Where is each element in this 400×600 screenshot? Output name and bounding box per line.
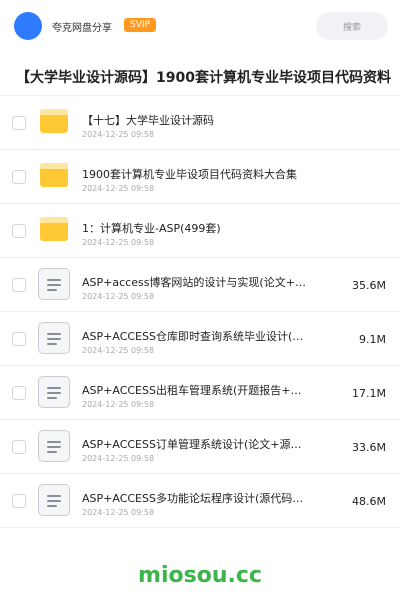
file-date: 2024-12-25 09:58 bbox=[82, 130, 155, 139]
file-date: 2024-12-25 09:58 bbox=[82, 238, 155, 247]
file-row[interactable]: ASP+ACCESS出租车管理系统(开题报告+源代… 2024-12-25 09… bbox=[0, 366, 400, 420]
row-checkbox[interactable] bbox=[12, 440, 26, 454]
file-list: 【十七】大学毕业设计源码 2024-12-25 09:58 1900套计算机专业… bbox=[0, 96, 400, 528]
title-bar: 【大学毕业设计源码】1900套计算机专业毕设项目代码资料 bbox=[0, 58, 400, 96]
file-row[interactable]: ASP+access博客网站的设计与实现(论文+源… 2024-12-25 09… bbox=[0, 258, 400, 312]
row-checkbox[interactable] bbox=[12, 494, 26, 508]
file-row[interactable]: 1：计算机专业-ASP(499套) 2024-12-25 09:58 bbox=[0, 204, 400, 258]
file-date: 2024-12-25 09:58 bbox=[82, 400, 155, 409]
file-date: 2024-12-25 09:58 bbox=[82, 346, 155, 355]
row-checkbox[interactable] bbox=[12, 332, 26, 346]
file-date: 2024-12-25 09:58 bbox=[82, 184, 155, 193]
file-row[interactable]: ASP+ACCESS多功能论坛程序设计(源代码+论… 2024-12-25 09… bbox=[0, 474, 400, 528]
file-size: 35.6M bbox=[352, 279, 386, 292]
file-name: 1：计算机专业-ASP(499套) bbox=[82, 222, 221, 235]
avatar[interactable] bbox=[14, 12, 42, 40]
file-name: ASP+ACCESS订单管理系统设计(论文+源代码… bbox=[82, 438, 308, 451]
file-row[interactable]: ASP+ACCESS订单管理系统设计(论文+源代码… 2024-12-25 09… bbox=[0, 420, 400, 474]
file-date: 2024-12-25 09:58 bbox=[82, 292, 155, 301]
page-title: 【大学毕业设计源码】1900套计算机专业毕设项目代码资料 bbox=[16, 70, 391, 86]
top-bar: 夸克网盘分享 SVIP 搜索 bbox=[0, 0, 400, 52]
document-icon bbox=[38, 268, 70, 300]
document-icon bbox=[38, 376, 70, 408]
file-size: 48.6M bbox=[352, 495, 386, 508]
file-size: 33.6M bbox=[352, 441, 386, 454]
file-name: ASP+ACCESS仓库即时查询系统毕业设计(源代… bbox=[82, 330, 308, 343]
row-checkbox[interactable] bbox=[12, 386, 26, 400]
search-input[interactable]: 搜索 bbox=[316, 12, 388, 40]
search-placeholder: 搜索 bbox=[342, 22, 361, 33]
file-row[interactable]: ASP+ACCESS仓库即时查询系统毕业设计(源代… 2024-12-25 09… bbox=[0, 312, 400, 366]
file-name: ASP+ACCESS多功能论坛程序设计(源代码+论… bbox=[82, 492, 308, 505]
file-size: 17.1M bbox=[352, 387, 386, 400]
document-icon bbox=[38, 484, 70, 516]
file-row[interactable]: 1900套计算机专业毕设项目代码资料大合集 2024-12-25 09:58 bbox=[0, 150, 400, 204]
folder-icon bbox=[40, 217, 68, 241]
file-name: ASP+access博客网站的设计与实现(论文+源… bbox=[82, 276, 308, 289]
row-checkbox[interactable] bbox=[12, 170, 26, 184]
file-name: ASP+ACCESS出租车管理系统(开题报告+源代… bbox=[82, 384, 308, 397]
folder-icon bbox=[40, 163, 68, 187]
file-date: 2024-12-25 09:58 bbox=[82, 454, 155, 463]
user-name: 夸克网盘分享 bbox=[52, 23, 112, 34]
row-checkbox[interactable] bbox=[12, 116, 26, 130]
row-checkbox[interactable] bbox=[12, 224, 26, 238]
file-name: 1900套计算机专业毕设项目代码资料大合集 bbox=[82, 168, 297, 181]
brand-watermark: miosou.cc bbox=[138, 563, 262, 588]
folder-icon bbox=[40, 109, 68, 133]
document-icon bbox=[38, 430, 70, 462]
row-checkbox[interactable] bbox=[12, 278, 26, 292]
file-row[interactable]: 【十七】大学毕业设计源码 2024-12-25 09:58 bbox=[0, 96, 400, 150]
svip-badge: SVIP bbox=[124, 18, 156, 32]
file-size: 9.1M bbox=[359, 333, 386, 346]
file-date: 2024-12-25 09:58 bbox=[82, 508, 155, 517]
document-icon bbox=[38, 322, 70, 354]
file-name: 【十七】大学毕业设计源码 bbox=[82, 114, 214, 127]
